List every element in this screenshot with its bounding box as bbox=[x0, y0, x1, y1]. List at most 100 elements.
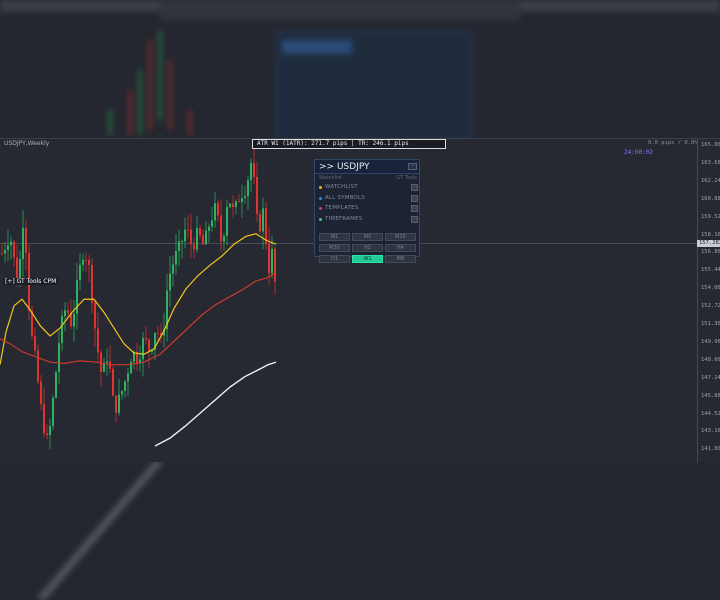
panel-row-all-symbols[interactable]: ALL SYMBOLS bbox=[318, 194, 418, 204]
candle-body bbox=[1, 253, 3, 255]
timeframe-button-m30[interactable]: M30 bbox=[319, 244, 350, 252]
candle-body bbox=[265, 208, 267, 244]
candle-body bbox=[250, 162, 252, 181]
price-tick: 162.240 bbox=[701, 177, 720, 184]
atr-indicator-box: ATR W1 (1ATR): 271.7 pips | TR: 246.1 pi… bbox=[252, 139, 446, 149]
chart-window[interactable]: USDJPY,Weekly ATR W1 (1ATR): 271.7 pips … bbox=[0, 138, 720, 463]
timeframe-button-mn[interactable]: MN bbox=[385, 255, 416, 263]
price-tick: 143.160 bbox=[701, 428, 720, 435]
panel-row-label: TEMPLATES bbox=[325, 205, 359, 211]
candle-body bbox=[103, 362, 105, 372]
candle-body bbox=[178, 241, 180, 252]
candle-body bbox=[193, 244, 195, 250]
candle-body bbox=[55, 372, 57, 398]
candle-body bbox=[49, 426, 51, 436]
price-tick: 165.000 bbox=[701, 142, 720, 148]
candle-body bbox=[226, 207, 228, 236]
panel-row-timeframes[interactable]: TIMEFRAMES bbox=[318, 215, 418, 225]
price-tick: 154.080 bbox=[701, 285, 720, 292]
candle-body bbox=[127, 373, 129, 382]
expand-toggle[interactable] bbox=[411, 215, 418, 223]
symbol-panel-header: >> USDJPY – bbox=[315, 160, 419, 174]
timeframe-button-m5[interactable]: M5 bbox=[352, 233, 383, 241]
pips-readout: 0.0 pips / 0.0% bbox=[648, 140, 698, 146]
candle-body bbox=[262, 208, 264, 232]
price-tick: 159.520 bbox=[701, 213, 720, 220]
candle-body bbox=[4, 250, 6, 254]
screen: USDJPY,Weekly ATR W1 (1ATR): 271.7 pips … bbox=[0, 0, 720, 600]
candle-body bbox=[190, 229, 192, 245]
price-tick: 156.800 bbox=[701, 249, 720, 256]
price-tick: 152.720 bbox=[701, 303, 720, 310]
candle-body bbox=[220, 215, 222, 242]
candle-body bbox=[112, 368, 114, 396]
expand-toggle[interactable] bbox=[411, 205, 418, 212]
minimize-button[interactable]: – bbox=[408, 163, 417, 170]
bullet-icon bbox=[319, 196, 322, 200]
price-tick: 144.520 bbox=[701, 410, 720, 417]
timeframe-button-w1[interactable]: W1 bbox=[352, 255, 383, 263]
symbol-panel-title: >> USDJPY bbox=[319, 162, 370, 172]
bar-timer: 24:00:02 bbox=[624, 149, 653, 156]
candle-body bbox=[274, 248, 276, 282]
timeframe-button-m1[interactable]: M1 bbox=[319, 233, 350, 241]
price-tick: 141.800 bbox=[701, 446, 720, 453]
candle-body bbox=[145, 338, 147, 340]
panel-row-label: ALL SYMBOLS bbox=[325, 194, 365, 201]
candle-body bbox=[58, 343, 60, 373]
ma-red-line bbox=[0, 272, 277, 366]
candle-body bbox=[202, 235, 204, 245]
candle-body bbox=[88, 260, 90, 265]
candle-body bbox=[25, 227, 27, 253]
candle-body bbox=[130, 361, 132, 374]
ma-yellow-line bbox=[0, 233, 277, 365]
symbol-panel: >> USDJPY – Watchlist GT Tools WATCHLIST… bbox=[314, 159, 420, 263]
timeframe-button-h1[interactable]: H1 bbox=[352, 244, 383, 252]
subheader-right: GT Tools bbox=[396, 175, 417, 181]
bullet-icon bbox=[319, 217, 322, 221]
ma-white-line bbox=[154, 361, 277, 447]
candle-body bbox=[157, 332, 159, 334]
timeframe-button-d1[interactable]: D1 bbox=[319, 255, 350, 263]
candle-body bbox=[205, 230, 207, 245]
bullet-icon bbox=[319, 207, 322, 210]
candle-body bbox=[94, 302, 96, 329]
candle-body bbox=[43, 404, 45, 434]
expand-toggle[interactable] bbox=[411, 194, 418, 202]
candle-body bbox=[148, 339, 150, 352]
current-price-label: 157.282 bbox=[697, 240, 720, 247]
candle-body bbox=[97, 328, 99, 353]
timeframe-button-h4[interactable]: H4 bbox=[385, 244, 416, 252]
candle-body bbox=[235, 201, 237, 207]
candle-body bbox=[7, 245, 9, 251]
panel-row-templates[interactable]: TEMPLATES bbox=[318, 204, 418, 214]
candle-body bbox=[241, 198, 243, 203]
candle-body bbox=[115, 395, 117, 413]
candle-body bbox=[61, 316, 63, 344]
panel-row-label: WATCHLIST bbox=[325, 184, 358, 190]
timeframe-button-m15[interactable]: M15 bbox=[385, 233, 416, 241]
candle-body bbox=[76, 279, 78, 314]
candle-body bbox=[181, 241, 183, 243]
price-tick: 147.240 bbox=[701, 374, 720, 381]
candle-body bbox=[238, 201, 240, 203]
expand-toggle[interactable] bbox=[411, 184, 418, 191]
candle-body bbox=[82, 259, 84, 265]
candle-body bbox=[40, 381, 42, 405]
price-tick: 148.600 bbox=[701, 356, 720, 363]
candle-body bbox=[10, 241, 12, 246]
candle-body bbox=[232, 203, 234, 207]
candle-body bbox=[67, 310, 69, 314]
panel-row-watchlist[interactable]: WATCHLIST bbox=[318, 183, 418, 193]
candle-body bbox=[184, 229, 186, 242]
candle-body bbox=[268, 243, 270, 274]
candle-body bbox=[217, 203, 219, 216]
price-axis[interactable]: 165.000 163.680 162.240 160.880 159.520 158.1… bbox=[697, 139, 720, 463]
price-tick: 145.880 bbox=[701, 392, 720, 399]
candle-body bbox=[124, 381, 126, 392]
candle-body bbox=[208, 226, 210, 231]
candle-body bbox=[85, 259, 87, 261]
price-tick: 155.440 bbox=[701, 267, 720, 274]
gt-tools-cpm-button[interactable]: [+] GT Tools CPM bbox=[3, 278, 59, 285]
candle-body bbox=[214, 203, 216, 221]
